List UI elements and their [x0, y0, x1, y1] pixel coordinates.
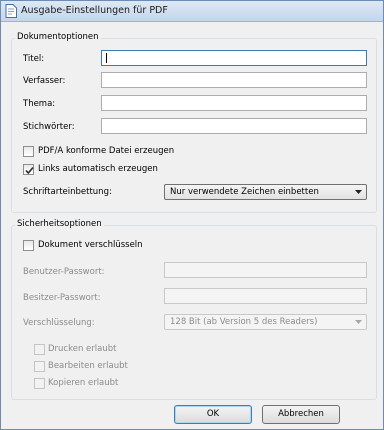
- title-field[interactable]: [101, 50, 367, 66]
- document-options-title: Dokumentoptionen: [15, 32, 101, 42]
- copy-label: Kopieren erlaubt: [48, 378, 119, 388]
- print-checkbox[interactable]: [34, 344, 45, 355]
- checkmark-icon: [25, 166, 34, 175]
- security-options-group: [11, 225, 377, 400]
- author-field[interactable]: [101, 72, 367, 88]
- encrypt-label: Dokument verschlüsseln: [38, 240, 143, 250]
- chevron-down-icon: [355, 320, 362, 324]
- cancel-button[interactable]: Abbrechen: [262, 405, 340, 424]
- font-embedding-label: Schriftarteinbettung:: [23, 187, 112, 197]
- encryption-label: Verschlüsselung:: [23, 318, 95, 328]
- user-password-label: Benutzer-Passwort:: [23, 267, 105, 277]
- print-label: Drucken erlaubt: [48, 344, 117, 354]
- encryption-value: 128 Bit (ab Version 5 des Readers): [170, 317, 318, 327]
- encrypt-checkbox[interactable]: [23, 240, 34, 251]
- links-checkbox[interactable]: [23, 164, 34, 175]
- pdfa-checkbox[interactable]: [23, 146, 34, 157]
- chevron-down-icon: [355, 190, 362, 194]
- keywords-field[interactable]: [101, 118, 367, 134]
- security-options-title: Sicherheitsoptionen: [15, 219, 104, 229]
- dialog-window: Ausgabe-Einstellungen für PDF Dokumentop…: [0, 0, 384, 430]
- edit-checkbox[interactable]: [34, 361, 45, 372]
- copy-checkbox[interactable]: [34, 378, 45, 389]
- subject-field[interactable]: [101, 95, 367, 111]
- pdfa-label: PDF/A konforme Datei erzeugen: [38, 146, 175, 156]
- user-password-field[interactable]: [164, 262, 367, 278]
- ok-button[interactable]: OK: [174, 405, 252, 424]
- owner-password-field[interactable]: [164, 288, 367, 304]
- window-title: Ausgabe-Einstellungen für PDF: [21, 5, 168, 16]
- text-caret: [106, 53, 107, 63]
- font-embedding-select[interactable]: Nur verwendete Zeichen einbetten: [164, 184, 367, 200]
- title-label: Titel:: [23, 54, 45, 64]
- owner-password-label: Besitzer-Passwort:: [23, 293, 101, 303]
- encryption-select[interactable]: 128 Bit (ab Version 5 des Readers): [164, 314, 367, 330]
- keywords-label: Stichwörter:: [23, 122, 75, 132]
- author-label: Verfasser:: [23, 76, 66, 86]
- links-label: Links automatisch erzeugen: [38, 164, 158, 174]
- font-embedding-value: Nur verwendete Zeichen einbetten: [170, 187, 319, 197]
- subject-label: Thema:: [23, 99, 56, 109]
- edit-label: Bearbeiten erlaubt: [48, 361, 128, 371]
- title-bar[interactable]: Ausgabe-Einstellungen für PDF: [1, 1, 383, 22]
- document-icon: [5, 4, 17, 18]
